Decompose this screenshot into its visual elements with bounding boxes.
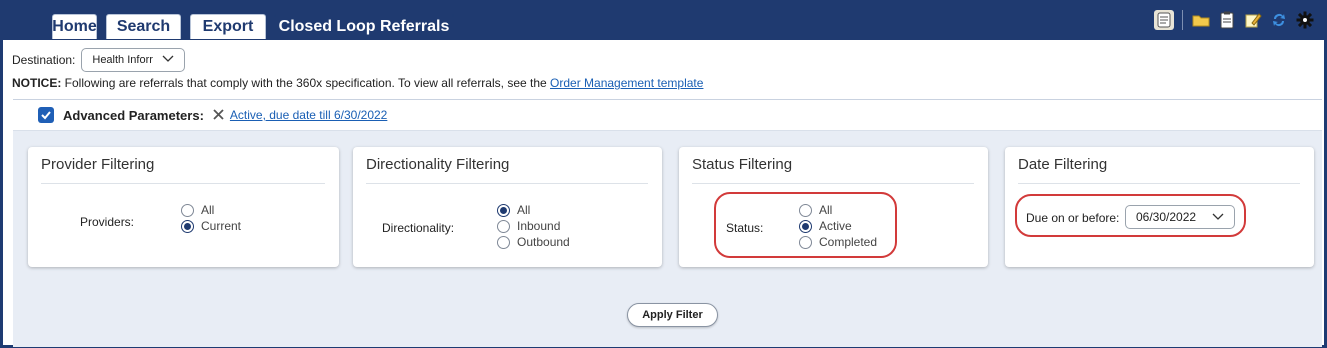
radio-button — [181, 219, 194, 233]
radio-status-active[interactable]: Active — [799, 219, 852, 233]
advanced-parameters-checkbox[interactable] — [38, 107, 54, 123]
tab-closed-loop-referrals[interactable]: Closed Loop Referrals — [274, 14, 454, 39]
order-management-link[interactable]: Order Management template — [550, 76, 703, 90]
radio-direction-inbound[interactable]: Inbound — [497, 219, 560, 233]
chevron-down-icon — [162, 54, 174, 66]
card-title: Directionality Filtering — [366, 156, 510, 173]
card-title: Status Filtering — [692, 156, 793, 173]
gear-icon[interactable] — [1295, 10, 1315, 30]
status-filter-card: Status Filtering Status: All Active Comp… — [679, 147, 988, 267]
folder-icon[interactable] — [1191, 10, 1211, 30]
due-date-label: Due on or before: — [1026, 211, 1120, 225]
radio-providers-all[interactable]: All — [181, 203, 214, 217]
radio-label: Inbound — [517, 219, 561, 233]
radio-providers-current[interactable]: Current — [181, 219, 241, 233]
provider-filter-card: Provider Filtering Providers: All Curren… — [28, 147, 339, 267]
destination-select[interactable]: Health Inforr — [81, 48, 186, 72]
radio-label: Current — [201, 219, 242, 233]
advanced-parameters-bar: Advanced Parameters: Active, due date ti… — [13, 100, 1322, 131]
radio-label: All — [201, 203, 215, 217]
due-date-value: 06/30/2022 — [1136, 210, 1197, 224]
notice-bold: NOTICE: — [12, 76, 62, 90]
radio-label: Completed — [819, 235, 878, 249]
toolbar — [1154, 10, 1315, 30]
divider — [366, 183, 648, 184]
date-filter-card: Date Filtering Due on or before: 06/30/2… — [1005, 147, 1314, 267]
radio-status-all[interactable]: All — [799, 203, 832, 217]
directionality-label: Directionality: — [382, 221, 455, 235]
advanced-summary-link[interactable]: Active, due date till 6/30/2022 — [230, 108, 387, 122]
radio-label: Active — [819, 219, 852, 233]
destination-label: Destination: — [12, 53, 76, 67]
radio-status-completed[interactable]: Completed — [799, 235, 877, 249]
directionality-filter-card: Directionality Filtering Directionality:… — [353, 147, 662, 267]
tab-home[interactable]: Home — [52, 14, 97, 39]
radio-label: All — [517, 203, 531, 217]
clipboard-icon[interactable] — [1217, 10, 1237, 30]
due-date-select[interactable]: 06/30/2022 — [1125, 205, 1235, 229]
radio-label: All — [819, 203, 833, 217]
card-title: Date Filtering — [1018, 156, 1108, 173]
status-label: Status: — [726, 221, 764, 235]
divider — [1018, 183, 1300, 184]
divider — [41, 183, 325, 184]
destination-row: Destination: Health Inforr — [12, 48, 186, 72]
radio-direction-all[interactable]: All — [497, 203, 530, 217]
toolbar-divider — [1182, 10, 1183, 30]
advanced-parameters-label: Advanced Parameters: — [63, 107, 204, 123]
notice-text: NOTICE: Following are referrals that com… — [12, 76, 703, 90]
tab-export[interactable]: Export — [190, 14, 266, 39]
radio-direction-outbound[interactable]: Outbound — [497, 235, 570, 249]
radio-button — [799, 203, 812, 217]
divider — [692, 183, 974, 184]
providers-label: Providers: — [80, 215, 135, 229]
radio-button — [497, 235, 510, 249]
radio-button — [799, 235, 812, 249]
radio-button — [799, 219, 812, 233]
tab-search[interactable]: Search — [106, 14, 181, 39]
edit-icon[interactable] — [1243, 10, 1263, 30]
notes-icon[interactable] — [1154, 10, 1174, 30]
filter-panel: Advanced Parameters: Active, due date ti… — [13, 99, 1322, 347]
radio-label: Outbound — [517, 235, 570, 249]
card-title: Provider Filtering — [41, 156, 155, 173]
refresh-icon[interactable] — [1269, 10, 1289, 30]
chevron-down-icon — [1212, 210, 1224, 224]
radio-button — [497, 219, 510, 233]
apply-filter-button[interactable]: Apply Filter — [627, 303, 718, 327]
close-icon[interactable] — [213, 107, 224, 123]
notice-body: Following are referrals that comply with… — [61, 76, 551, 90]
radio-button — [497, 203, 510, 217]
radio-button — [181, 203, 194, 217]
top-nav-bar: Home Search Export Closed Loop Referrals — [0, 0, 1327, 40]
destination-value: Health Inforr — [92, 54, 153, 66]
